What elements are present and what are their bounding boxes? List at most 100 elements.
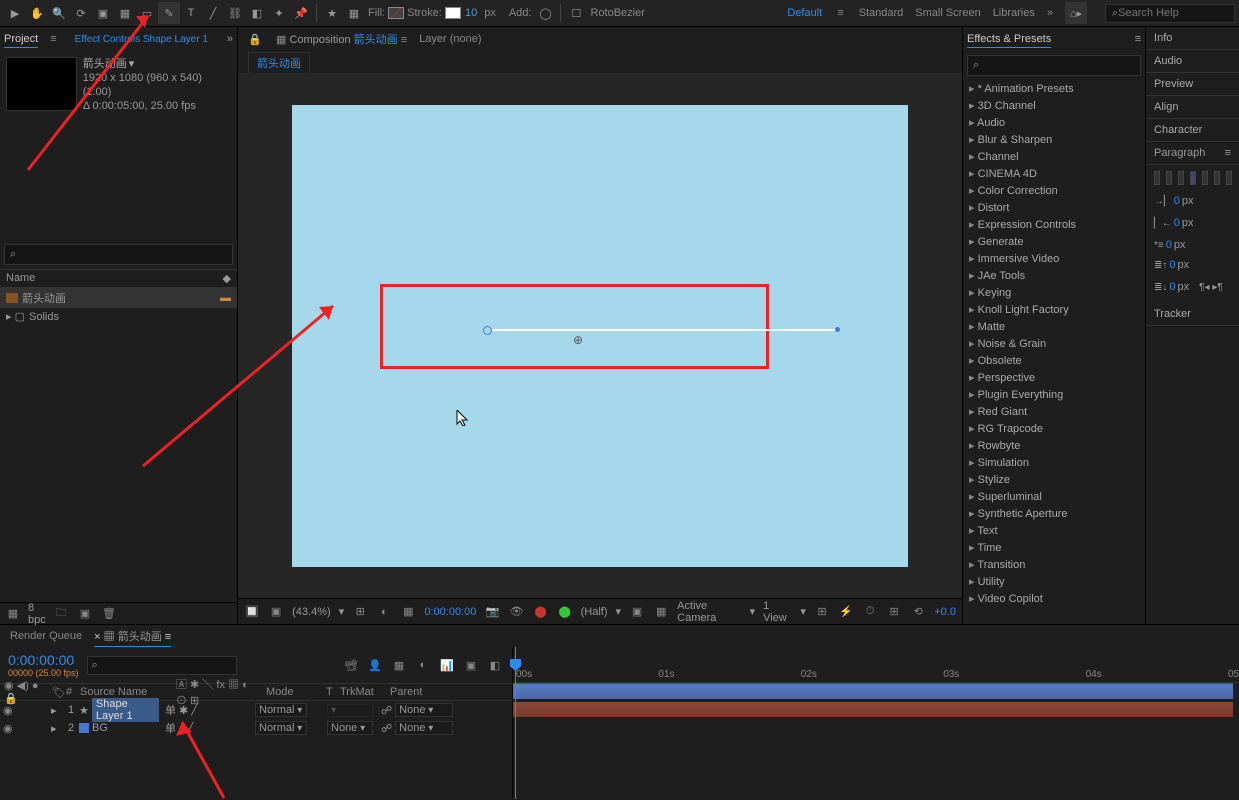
- mask-icon[interactable]: ◐: [376, 603, 392, 621]
- col-parent[interactable]: Parent: [386, 686, 456, 698]
- search-help-input[interactable]: [1118, 7, 1228, 19]
- hand-tool[interactable]: ✋: [26, 2, 48, 24]
- composition-tab[interactable]: ▦ Composition 箭头动画 ≡: [276, 29, 407, 49]
- layer-tab[interactable]: Layer (none): [419, 31, 481, 47]
- effect-category[interactable]: Text: [963, 522, 1145, 539]
- snapshot-icon[interactable]: 📷: [484, 603, 500, 621]
- layer-row[interactable]: ▸ 1 ★Shape Layer 1 单 ✱ ╱ Normal ▾ ▾ ☍ No…: [0, 701, 512, 719]
- project-menu-icon[interactable]: ≡: [50, 31, 56, 47]
- effect-category[interactable]: Color Correction: [963, 182, 1145, 199]
- pickwhip-icon[interactable]: ☍: [381, 704, 392, 717]
- selection-tool[interactable]: ▶: [4, 2, 26, 24]
- tracker-panel[interactable]: Tracker: [1146, 303, 1239, 326]
- effect-category[interactable]: Perspective: [963, 369, 1145, 386]
- paragraph-menu-icon[interactable]: ≡: [1225, 147, 1231, 159]
- lock-icon[interactable]: 🔒: [246, 30, 264, 48]
- layer-bar[interactable]: [513, 684, 1233, 699]
- comp-breadcrumb[interactable]: 箭头动画: [248, 52, 310, 73]
- effect-category[interactable]: JAe Tools: [963, 267, 1145, 284]
- panel-more[interactable]: »: [227, 33, 233, 45]
- layer-row[interactable]: ▸ 2 BG 单 ╱ Normal ▾ None ▾ ☍ None ▾: [0, 719, 512, 737]
- current-time-indicator[interactable]: [515, 647, 516, 799]
- zoom-level[interactable]: (43.4%): [292, 606, 331, 618]
- motion-blur-icon[interactable]: ◐: [414, 656, 432, 674]
- timecode[interactable]: 0:00:00:00: [8, 652, 79, 668]
- canvas[interactable]: ⊕: [292, 105, 908, 567]
- home-icon[interactable]: ⌂▸: [1065, 2, 1087, 24]
- effect-category[interactable]: Noise & Grain: [963, 335, 1145, 352]
- frame-blend-icon[interactable]: ▦: [390, 656, 408, 674]
- col-t[interactable]: T: [322, 686, 336, 698]
- camera-select[interactable]: Active Camera: [677, 600, 741, 624]
- pixel-aspect-icon[interactable]: ⊞: [814, 603, 830, 621]
- effect-category[interactable]: Stylize: [963, 471, 1145, 488]
- character-panel[interactable]: Character: [1146, 119, 1239, 142]
- eye-icon[interactable]: [3, 722, 13, 735]
- align-left-button[interactable]: [1154, 171, 1160, 185]
- stroke-width[interactable]: 10: [465, 7, 477, 19]
- timeline-search[interactable]: [87, 656, 237, 675]
- effect-category[interactable]: RG Trapcode: [963, 420, 1145, 437]
- effect-category[interactable]: Immersive Video: [963, 250, 1145, 267]
- show-snapshot-icon[interactable]: 👁: [508, 603, 524, 621]
- effect-category[interactable]: Generate: [963, 233, 1145, 250]
- reset-exposure-icon[interactable]: ⟲: [910, 603, 926, 621]
- switch[interactable]: 单: [165, 702, 176, 718]
- project-tab[interactable]: Project: [4, 31, 38, 48]
- new-comp-icon[interactable]: ▣: [76, 605, 94, 623]
- effects-presets-tab[interactable]: Effects & Presets: [967, 31, 1051, 48]
- parent-select[interactable]: None ▾: [395, 703, 453, 717]
- effect-category[interactable]: Superluminal: [963, 488, 1145, 505]
- workspace-default[interactable]: Default: [787, 7, 822, 19]
- align-panel[interactable]: Align: [1146, 96, 1239, 119]
- label-swatch[interactable]: ▬: [220, 292, 231, 304]
- trash-icon[interactable]: 🗑: [100, 605, 118, 623]
- workspace-libraries[interactable]: Libraries: [993, 7, 1035, 19]
- layer-name[interactable]: Shape Layer 1: [92, 698, 159, 722]
- grid-icon[interactable]: ▣: [268, 603, 284, 621]
- pen-tool[interactable]: ✎: [158, 2, 180, 24]
- effects-search[interactable]: [967, 55, 1141, 76]
- timeline-icon[interactable]: ⏱: [862, 603, 878, 621]
- effect-category[interactable]: Keying: [963, 284, 1145, 301]
- workspace-more[interactable]: »: [1047, 7, 1053, 19]
- col-mode[interactable]: Mode: [262, 686, 322, 698]
- guides-icon[interactable]: ▦: [400, 603, 416, 621]
- viewer-tc[interactable]: 0:00:00:00: [424, 606, 476, 618]
- snap-icon[interactable]: ▦: [343, 2, 365, 24]
- menu-icon[interactable]: ≡: [837, 7, 843, 19]
- effect-category[interactable]: Blur & Sharpen: [963, 131, 1145, 148]
- exposure[interactable]: +0.0: [934, 606, 956, 618]
- blend-mode[interactable]: Normal ▾: [255, 703, 307, 717]
- layer-bar[interactable]: [513, 702, 1233, 717]
- quality[interactable]: (Half): [581, 606, 608, 618]
- transparency-icon[interactable]: ▦: [653, 603, 669, 621]
- res-icon[interactable]: ⊞: [352, 603, 368, 621]
- tracks[interactable]: [513, 683, 1239, 719]
- col-trkmat[interactable]: TrkMat: [336, 686, 386, 698]
- clone-tool[interactable]: ⛓: [224, 2, 246, 24]
- justify-last-center-button[interactable]: [1202, 171, 1208, 185]
- effect-category[interactable]: Matte: [963, 318, 1145, 335]
- effect-category[interactable]: CINEMA 4D: [963, 165, 1145, 182]
- text-tool[interactable]: T: [180, 2, 202, 24]
- effect-controls-tab[interactable]: Effect Controls Shape Layer 1: [75, 32, 208, 47]
- indent-left[interactable]: →▏0 px: [1154, 195, 1193, 207]
- paragraph-panel[interactable]: Paragraph ≡: [1146, 142, 1239, 165]
- space-before[interactable]: ≣↑ 0 px: [1154, 259, 1189, 271]
- fast-preview-icon[interactable]: ⚡: [838, 603, 854, 621]
- effect-category[interactable]: Transition: [963, 556, 1145, 573]
- view-count[interactable]: 1 View: [763, 600, 792, 624]
- align-right-button[interactable]: [1178, 171, 1184, 185]
- brush-tool[interactable]: ╱: [202, 2, 224, 24]
- col-label-icon[interactable]: ◆: [223, 272, 231, 285]
- marker-icon[interactable]: ◧: [486, 656, 504, 674]
- draft-3d-icon[interactable]: ▣: [462, 656, 480, 674]
- justify-last-right-button[interactable]: [1214, 171, 1220, 185]
- comp-dropdown[interactable]: ▾: [129, 58, 135, 70]
- orbit-tool[interactable]: ⟳: [70, 2, 92, 24]
- zoom-tool[interactable]: 🔍: [48, 2, 70, 24]
- layer-name[interactable]: BG: [92, 722, 108, 734]
- effect-category[interactable]: Obsolete: [963, 352, 1145, 369]
- project-search[interactable]: [4, 244, 233, 265]
